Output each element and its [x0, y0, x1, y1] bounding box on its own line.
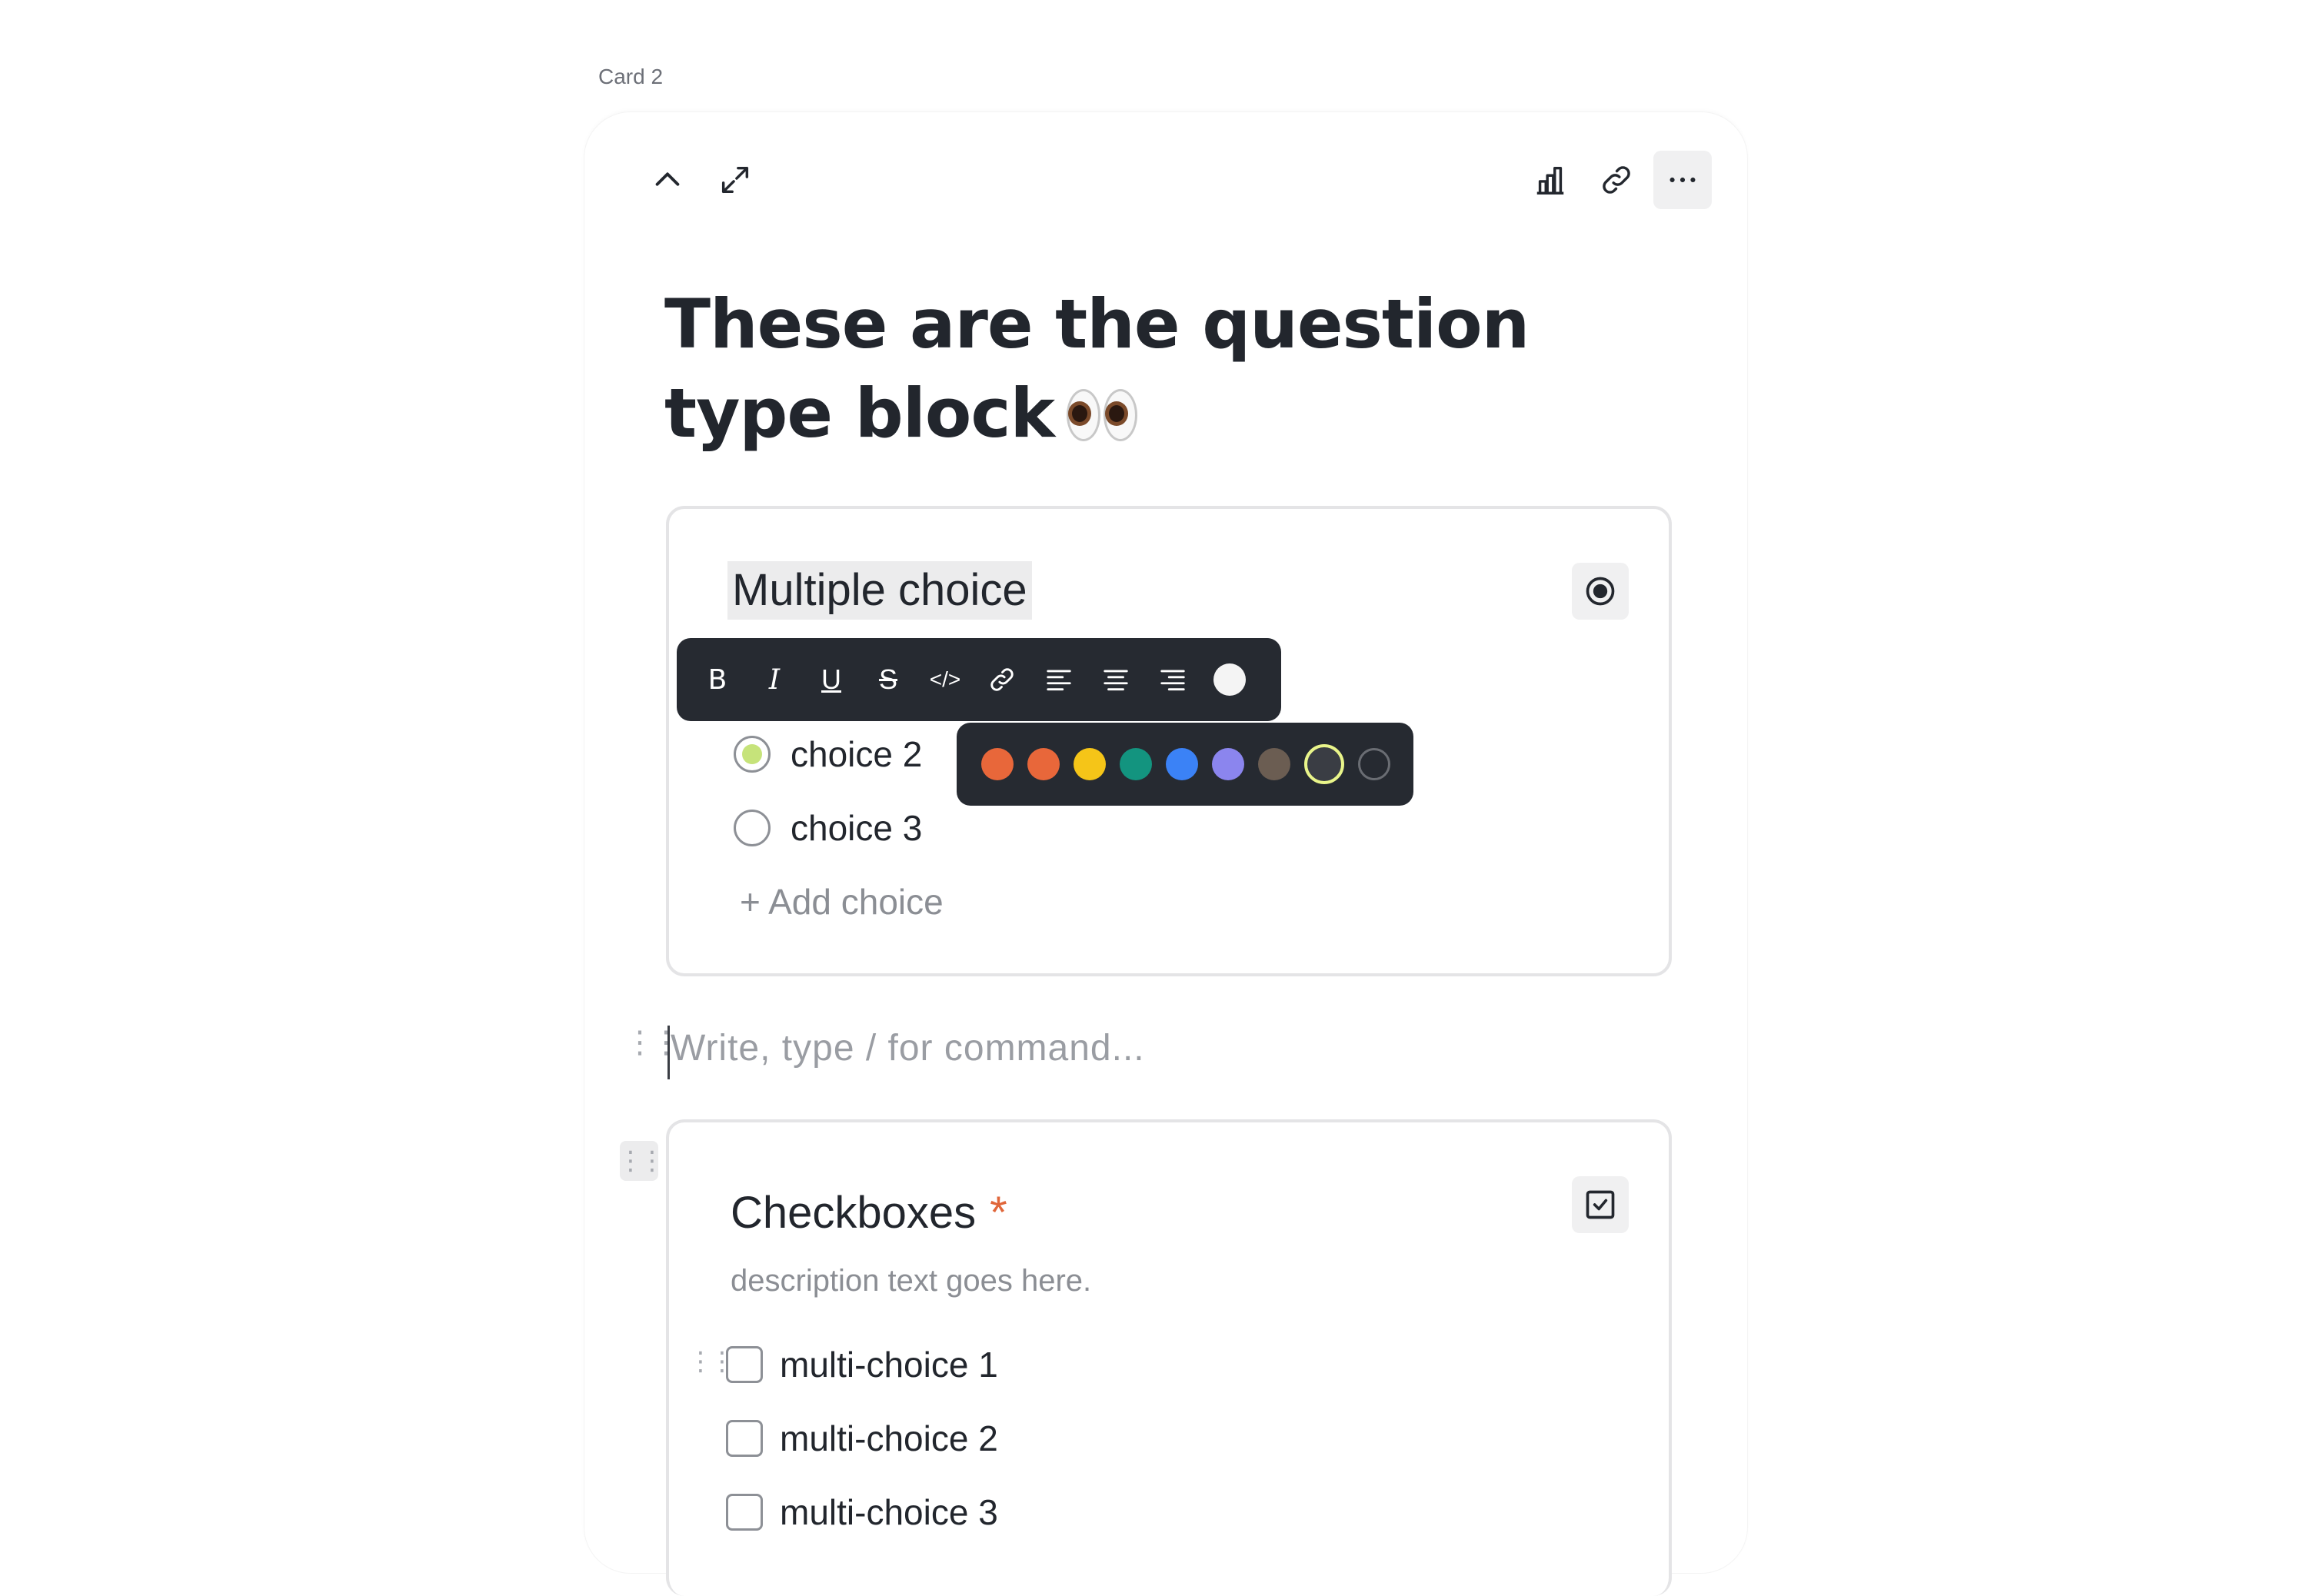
card-label: Card 2 — [598, 65, 664, 88]
multiple-choice-title[interactable]: Multiple choice — [727, 561, 1032, 620]
bold-icon[interactable]: B — [695, 657, 740, 702]
strikethrough-icon[interactable]: S — [866, 657, 910, 702]
color-swatch[interactable] — [1120, 748, 1152, 780]
checkbox-item[interactable]: multi-choice 3 — [726, 1491, 998, 1533]
radio-button[interactable] — [734, 810, 771, 846]
link-icon[interactable] — [1587, 151, 1646, 209]
bar-chart-icon[interactable] — [1521, 151, 1580, 209]
align-right-icon[interactable] — [1150, 657, 1195, 702]
color-swatch[interactable] — [1304, 744, 1344, 784]
checkbox-item[interactable]: multi-choice 2 — [726, 1418, 998, 1459]
underline-icon[interactable]: U — [809, 657, 854, 702]
radio-icon[interactable] — [1572, 563, 1629, 620]
chevron-up-icon[interactable] — [638, 151, 697, 209]
color-swatch[interactable] — [1358, 748, 1390, 780]
checkboxes-description[interactable]: description text goes here. — [731, 1264, 1091, 1298]
choice-item[interactable]: choice 2 — [734, 733, 922, 775]
color-swatch[interactable] — [981, 748, 1014, 780]
checkboxes-title-text: Checkboxes — [731, 1188, 977, 1238]
checkbox-label[interactable]: multi-choice 2 — [780, 1418, 998, 1459]
checkbox-icon[interactable] — [1572, 1176, 1629, 1233]
text-cursor — [667, 1026, 670, 1079]
checkbox[interactable] — [726, 1346, 763, 1383]
required-mark: * — [990, 1188, 1007, 1238]
page-title[interactable]: These are the question type block — [664, 280, 1587, 458]
drag-handle-icon[interactable]: ⋮⋮ — [618, 1141, 665, 1181]
align-left-icon[interactable] — [1037, 657, 1081, 702]
more-horizontal-icon[interactable] — [1653, 151, 1712, 209]
checkbox-label[interactable]: multi-choice 3 — [780, 1491, 998, 1533]
code-icon[interactable]: </> — [923, 657, 967, 702]
checkbox-label[interactable]: multi-choice 1 — [780, 1344, 998, 1385]
choice-item[interactable]: choice 3 — [734, 807, 922, 849]
eyes-emoji-icon — [1067, 389, 1138, 441]
color-swatch[interactable] — [1166, 748, 1198, 780]
align-center-icon[interactable] — [1094, 657, 1138, 702]
choice-label[interactable]: choice 2 — [791, 733, 922, 775]
checkboxes-title[interactable]: Checkboxes * — [731, 1187, 1007, 1239]
add-choice-button[interactable]: + Add choice — [740, 881, 944, 923]
italic-icon[interactable]: I — [752, 657, 797, 702]
checkbox-item[interactable]: multi-choice 1 — [726, 1344, 998, 1385]
choice-label[interactable]: choice 3 — [791, 807, 922, 849]
checkbox[interactable] — [726, 1494, 763, 1531]
text-color-icon[interactable] — [1207, 657, 1252, 702]
drag-handle-icon[interactable]: ⋮⋮ — [687, 1348, 735, 1375]
radio-button-selected[interactable] — [734, 736, 771, 773]
color-swatch[interactable] — [1074, 748, 1106, 780]
format-toolbar: B I U S </> — [677, 638, 1281, 721]
editor-placeholder[interactable]: Write, type / for command... — [671, 1027, 1145, 1069]
expand-icon[interactable] — [706, 151, 764, 209]
color-swatch[interactable] — [1212, 748, 1244, 780]
color-palette — [957, 723, 1413, 806]
color-swatch[interactable] — [1258, 748, 1290, 780]
checkbox[interactable] — [726, 1420, 763, 1457]
color-swatch[interactable] — [1027, 748, 1060, 780]
link-icon[interactable] — [980, 657, 1024, 702]
